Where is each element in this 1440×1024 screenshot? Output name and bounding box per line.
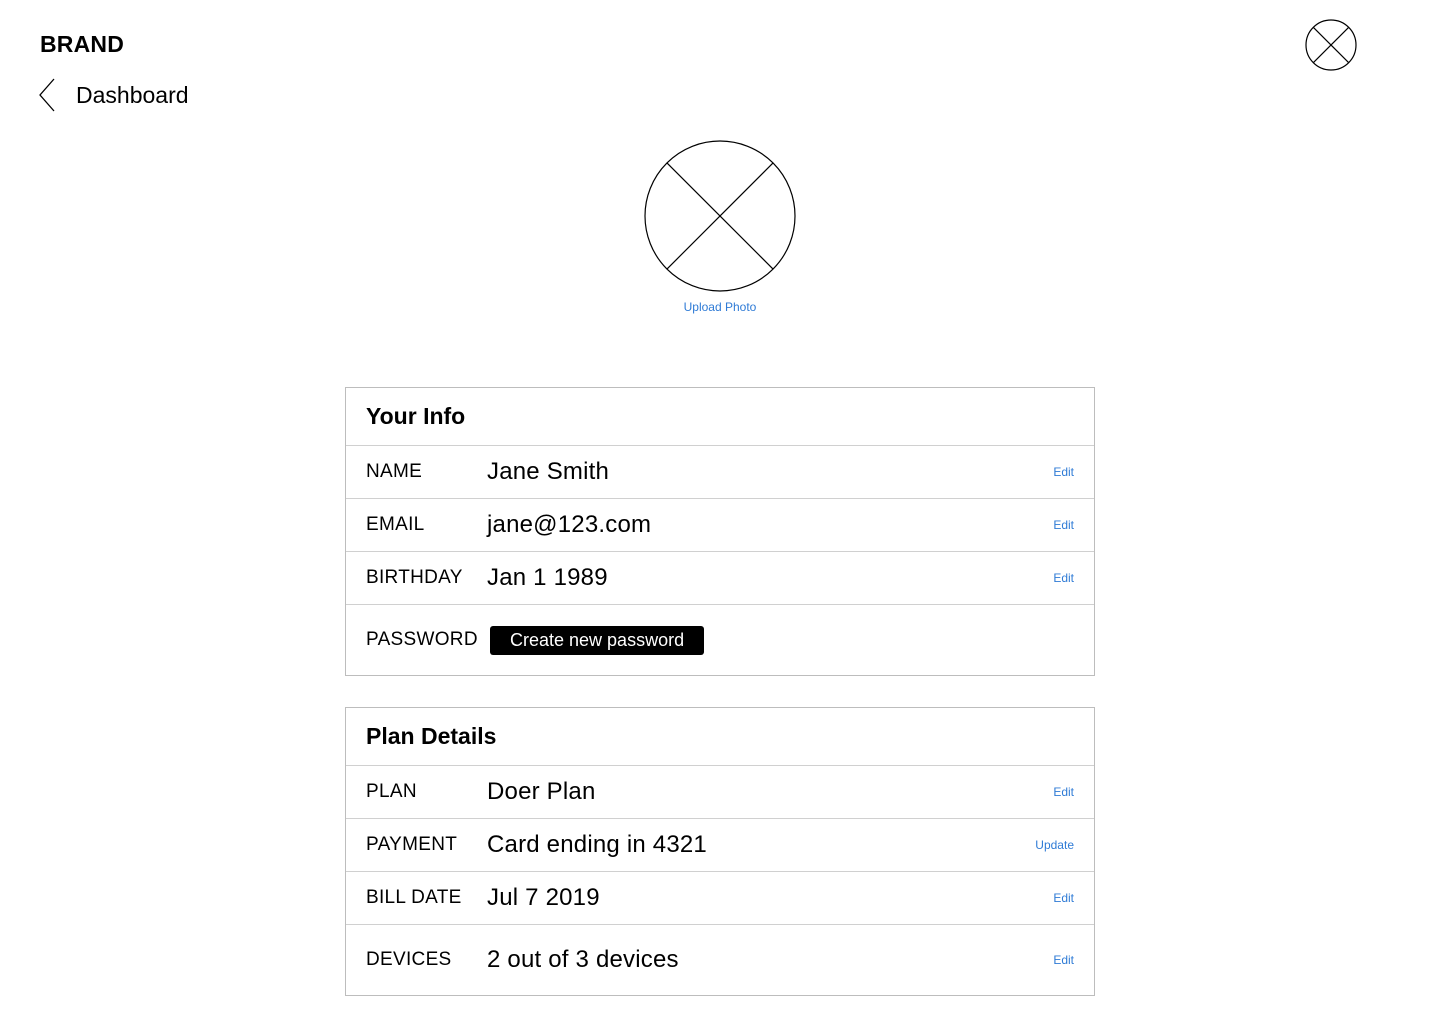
image-placeholder-icon (1305, 19, 1357, 71)
row-label: EMAIL (366, 514, 425, 535)
your-info-card: Your Info NAME Jane Smith Edit EMAIL jan… (345, 387, 1095, 676)
profile-photo (643, 139, 797, 293)
upload-photo-link[interactable]: Upload Photo (620, 300, 820, 314)
update-payment-link[interactable]: Update (1035, 838, 1074, 852)
row-value: 2 out of 3 devices (487, 946, 679, 973)
row-value: Jane Smith (487, 458, 610, 485)
card-title: Plan Details (346, 708, 1094, 766)
edit-email-link[interactable]: Edit (1053, 518, 1074, 532)
plan-row-plan: PLAN Doer Plan Edit (346, 766, 1094, 819)
row-value: Jan 1 1989 (487, 564, 608, 591)
row-value: jane@123.com (487, 511, 652, 538)
edit-birthday-link[interactable]: Edit (1053, 571, 1074, 585)
back-to-dashboard-link[interactable]: Dashboard (38, 78, 189, 112)
row-value: Doer Plan (487, 778, 596, 805)
row-value: Card ending in 4321 (487, 831, 707, 858)
info-row-email: EMAIL jane@123.com Edit (346, 499, 1094, 552)
info-row-name: NAME Jane Smith Edit (346, 446, 1094, 499)
edit-name-link[interactable]: Edit (1053, 465, 1074, 479)
create-new-password-button[interactable]: Create new password (490, 625, 705, 655)
info-row-birthday: BIRTHDAY Jan 1 1989 Edit (346, 552, 1094, 605)
row-value: Jul 7 2019 (487, 884, 600, 911)
plan-row-payment: PAYMENT Card ending in 4321 Update (346, 819, 1094, 872)
plan-row-bill-date: BILL DATE Jul 7 2019 Edit (346, 872, 1094, 925)
info-row-password: PASSWORD Create new password (346, 605, 1094, 675)
row-label: PLAN (366, 781, 417, 802)
card-title: Your Info (346, 388, 1094, 446)
row-label: PAYMENT (366, 834, 458, 855)
brand-logo: BRAND (40, 31, 125, 57)
image-placeholder-icon (643, 139, 797, 293)
row-label: PASSWORD (366, 629, 478, 650)
edit-devices-link[interactable]: Edit (1053, 953, 1074, 967)
edit-bill-date-link[interactable]: Edit (1053, 891, 1074, 905)
chevron-left-icon (38, 78, 56, 112)
back-label: Dashboard (76, 81, 189, 108)
edit-plan-link[interactable]: Edit (1053, 785, 1074, 799)
row-label: BIRTHDAY (366, 567, 463, 588)
row-label: NAME (366, 461, 423, 482)
user-avatar-button[interactable] (1305, 19, 1357, 71)
row-label: BILL DATE (366, 887, 462, 908)
row-label: DEVICES (366, 949, 452, 970)
plan-details-card: Plan Details PLAN Doer Plan Edit PAYMENT… (345, 707, 1095, 996)
plan-row-devices: DEVICES 2 out of 3 devices Edit (346, 925, 1094, 995)
